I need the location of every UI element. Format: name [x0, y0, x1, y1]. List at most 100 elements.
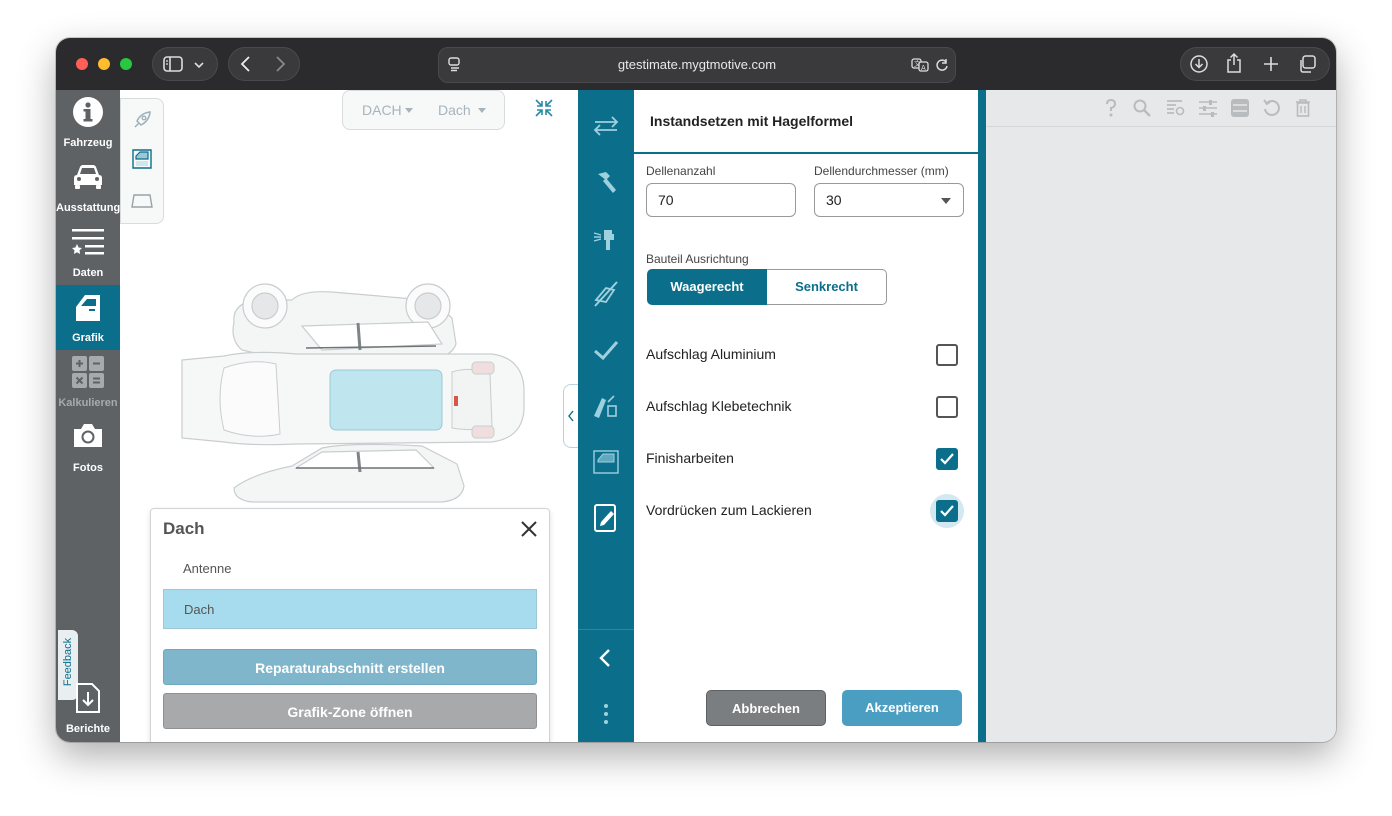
part-popup: Dach Antenne Dach Reparaturabschnitt ers… [150, 508, 550, 742]
zone-dropdown[interactable]: DACH [342, 90, 425, 130]
sidebar-item-fahrzeug[interactable]: Fahrzeug [56, 90, 120, 155]
camera-icon [74, 424, 102, 447]
sidebar-item-ausstattung[interactable]: Ausstattung [56, 155, 120, 220]
checkbox-label: Vordrücken zum Lackieren [646, 502, 812, 518]
graphic-canvas: DACH Dach Dach Antenne Dach Reparaturabs… [120, 90, 578, 742]
list-star-icon [72, 229, 104, 255]
dent-diameter-value: 30 [826, 192, 842, 208]
klebetechnik-checkbox[interactable] [936, 396, 958, 418]
checkbox-label: Finisharbeiten [646, 450, 734, 466]
help-icon[interactable] [1102, 98, 1120, 118]
checkbox-row-aluminium: Aufschlag Aluminium [646, 340, 966, 370]
zoom-window-button[interactable] [120, 58, 132, 70]
rail-divider [578, 629, 634, 630]
list-search-icon[interactable] [1166, 98, 1186, 118]
calculator-icon [72, 356, 104, 388]
sidebar-item-label: Fotos [73, 462, 103, 474]
popup-option-antenne[interactable]: Antenne [163, 549, 537, 589]
caret-down-icon [405, 108, 413, 113]
address-bar[interactable]: gtestimate.mygtmotive.com 文A [438, 47, 956, 83]
browser-window: gtestimate.mygtmotive.com 文A Fahrzeug Au… [56, 38, 1336, 742]
caret-down-icon [478, 108, 486, 113]
dent-count-label: Dellenanzahl [646, 164, 716, 178]
swap-arrows-icon[interactable] [592, 112, 620, 140]
sidebar-item-fotos[interactable]: Fotos [56, 415, 120, 480]
back-icon[interactable] [239, 55, 253, 73]
chevron-left-icon[interactable] [592, 644, 620, 672]
database-icon[interactable] [1230, 98, 1250, 118]
windshield-icon[interactable] [130, 191, 154, 211]
open-graphic-zone-button[interactable]: Grafik-Zone öffnen [163, 693, 537, 729]
search-detail-icon[interactable] [1132, 98, 1152, 118]
create-repair-section-button[interactable]: Reparaturabschnitt erstellen [163, 649, 537, 685]
collapse-arrows-icon[interactable] [534, 98, 554, 118]
browser-titlebar: gtestimate.mygtmotive.com 文A [56, 38, 1336, 90]
part-dropdown-value: Dach [438, 102, 471, 118]
sidebar-item-daten[interactable]: Daten [56, 220, 120, 285]
cancel-button[interactable]: Abbrechen [706, 690, 826, 726]
trash-icon[interactable] [1294, 98, 1312, 118]
aluminium-checkbox[interactable] [936, 344, 958, 366]
sidebar-item-berichte[interactable]: Berichte [56, 676, 120, 741]
edit-document-icon[interactable] [592, 502, 620, 534]
spray-gun-icon[interactable] [592, 224, 620, 252]
graphic-tools [120, 98, 164, 224]
dent-diameter-select[interactable]: 30 [814, 183, 964, 217]
checkbox-row-klebetechnik: Aufschlag Klebetechnik [646, 392, 966, 422]
close-icon[interactable] [519, 519, 539, 539]
no-paint-icon[interactable] [592, 280, 620, 308]
zone-dropdown-value: DACH [362, 102, 402, 118]
sidebar-toggle-button[interactable] [152, 47, 218, 81]
paint-tools-icon[interactable] [592, 392, 620, 420]
car-icon [74, 165, 102, 189]
chevron-left-icon [568, 410, 574, 422]
minimize-window-button[interactable] [98, 58, 110, 70]
door-panel-icon[interactable] [592, 448, 620, 476]
finisharbeiten-checkbox[interactable] [936, 448, 958, 470]
svg-text:A: A [921, 65, 926, 72]
forward-icon[interactable] [273, 55, 287, 73]
orientation-label: Bauteil Ausrichtung [646, 252, 749, 266]
sidebar-item-grafik[interactable]: Grafik [56, 285, 120, 350]
orientation-vertical-button[interactable]: Senkrecht [767, 269, 887, 305]
form-header: Instandsetzen mit Hagelformel [634, 90, 978, 154]
orientation-horizontal-button[interactable]: Waagerecht [647, 269, 767, 305]
rocket-icon[interactable] [131, 109, 153, 131]
sidebar-item-kalkulieren[interactable]: Kalkulieren [56, 350, 120, 415]
car-diagram[interactable] [172, 278, 532, 508]
dent-count-input[interactable]: 70 [646, 183, 796, 217]
car-side-upper[interactable] [232, 283, 457, 363]
door-panel-icon[interactable] [130, 147, 154, 171]
sliders-icon[interactable] [1198, 98, 1218, 118]
vordruecken-checkbox[interactable] [936, 500, 958, 522]
car-top-view[interactable] [181, 351, 525, 446]
tabs-overview-icon[interactable] [1297, 54, 1317, 74]
close-window-button[interactable] [76, 58, 88, 70]
hammer-icon[interactable] [592, 168, 620, 196]
accept-button[interactable]: Akzeptieren [842, 690, 962, 726]
undo-icon[interactable] [1262, 98, 1282, 118]
main-sidebar: Fahrzeug Ausstattung Daten Grafik Kalkul… [56, 90, 120, 742]
sidebar-item-label: Kalkulieren [58, 397, 118, 409]
popup-title: Dach [163, 519, 205, 538]
part-dropdown[interactable]: Dach [424, 90, 505, 130]
popup-option-dach[interactable]: Dach [163, 589, 537, 629]
checkmark-icon[interactable] [592, 336, 620, 364]
share-icon[interactable] [1225, 52, 1243, 74]
reload-icon[interactable] [935, 58, 949, 72]
translate-icon[interactable]: 文A [911, 58, 929, 72]
collapse-panel-tab[interactable] [563, 384, 578, 448]
sidebar-item-label: Fahrzeug [63, 137, 113, 149]
caret-down-icon [941, 198, 951, 204]
browser-actions [1180, 47, 1330, 81]
report-download-icon [76, 683, 100, 713]
check-icon [940, 453, 954, 465]
check-icon [940, 505, 954, 517]
car-side-lower[interactable] [233, 443, 465, 503]
new-tab-icon[interactable] [1263, 56, 1279, 72]
estimate-toolbar [986, 90, 1336, 127]
navigation-buttons [228, 47, 300, 81]
hail-formula-form: Instandsetzen mit Hagelformel Dellenanza… [634, 90, 978, 742]
more-vertical-icon[interactable] [592, 700, 620, 728]
download-icon[interactable] [1189, 54, 1209, 74]
